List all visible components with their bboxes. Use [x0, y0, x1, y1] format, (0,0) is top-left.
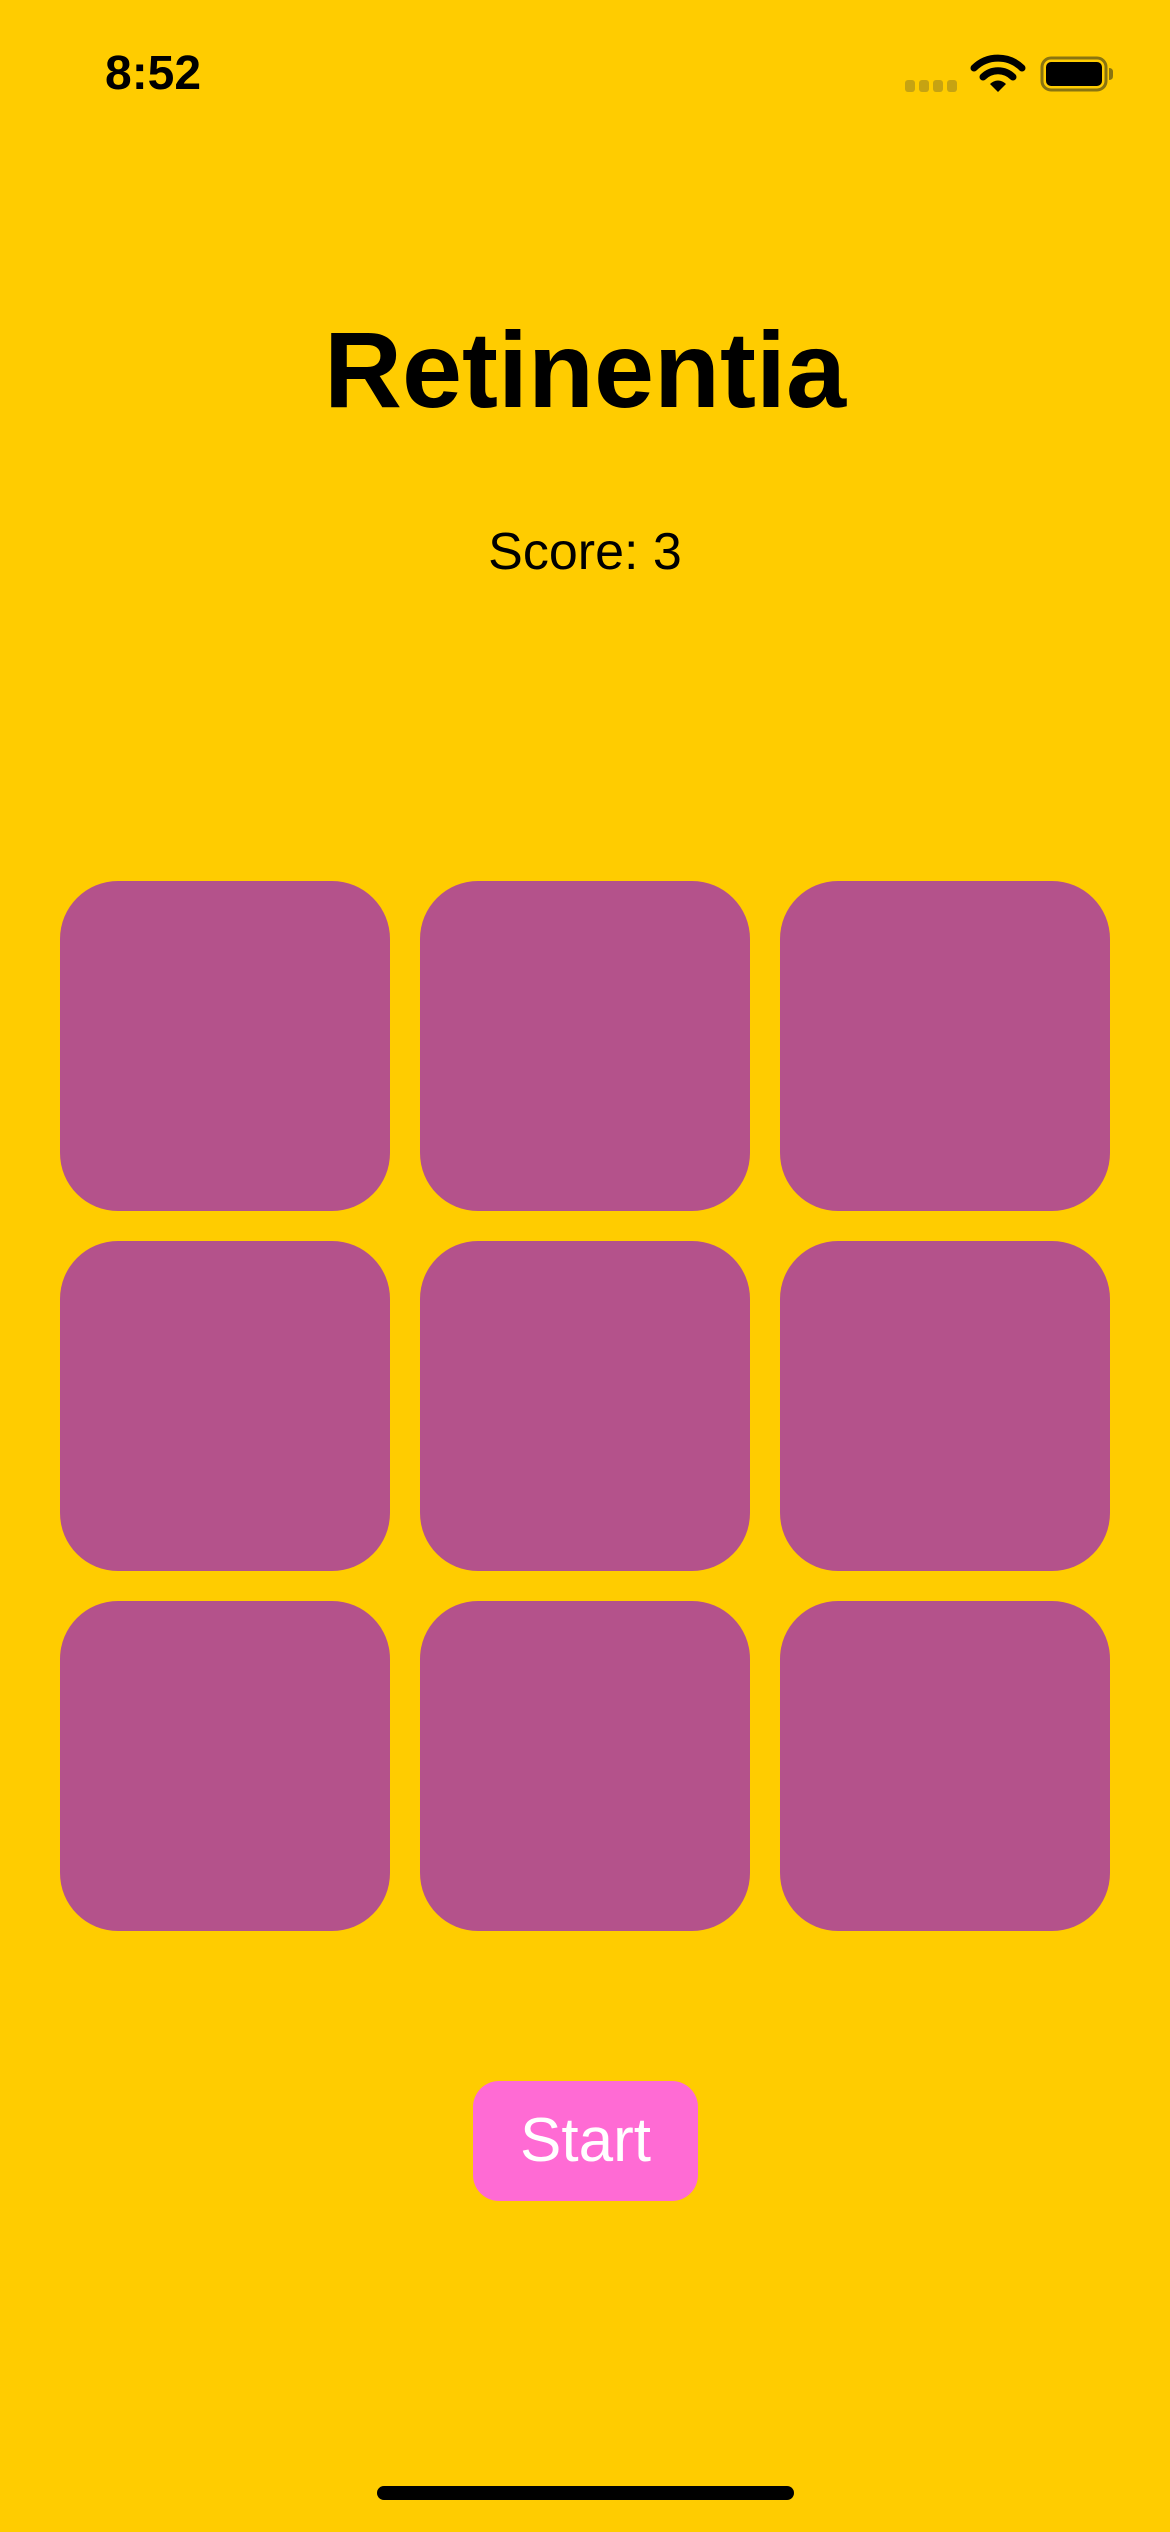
battery-icon [1040, 56, 1113, 92]
status-time: 8:52 [105, 47, 202, 100]
memory-tile[interactable] [420, 1241, 750, 1571]
app-title: Retinentia [323, 309, 847, 430]
start-button[interactable]: Start [473, 2081, 698, 2201]
memory-tile[interactable] [60, 1601, 390, 1931]
tile-grid [60, 881, 1110, 1931]
memory-tile[interactable] [60, 1241, 390, 1571]
cellular-signal-icon [905, 80, 957, 92]
memory-tile[interactable] [420, 1601, 750, 1931]
memory-tile[interactable] [420, 881, 750, 1211]
home-indicator [377, 2486, 794, 2500]
game-screen: 8:52 Retinentia Score: 3 Start [0, 0, 1170, 2532]
score-label: Score: 3 [488, 523, 682, 581]
memory-tile[interactable] [780, 1241, 1110, 1571]
wifi-icon [970, 54, 1026, 92]
memory-tile[interactable] [60, 881, 390, 1211]
memory-tile[interactable] [780, 1601, 1110, 1931]
memory-tile[interactable] [780, 881, 1110, 1211]
